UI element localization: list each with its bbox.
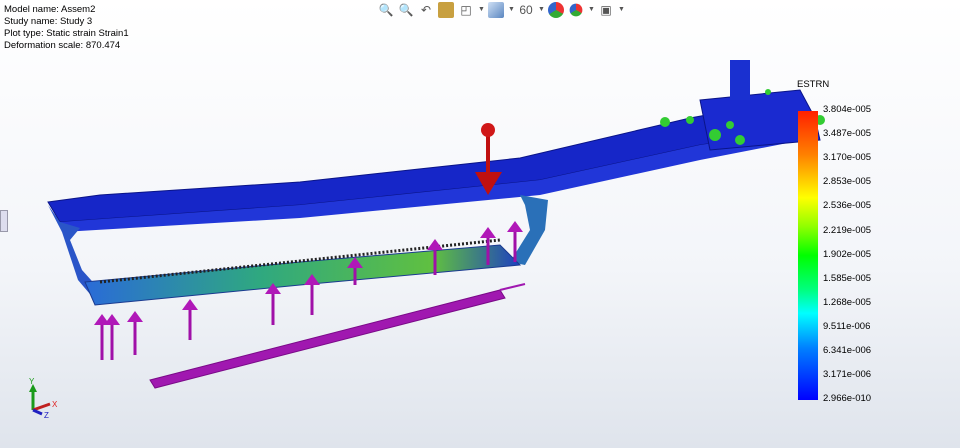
legend-title: ESTRN <box>797 79 830 90</box>
legend-label: 2.853e-005 <box>823 176 872 188</box>
distributed-load-arrows <box>149 289 506 389</box>
axis-triad: Y X Z <box>29 377 58 420</box>
triad-x-label: X <box>52 400 58 409</box>
legend-label: 2.219e-005 <box>823 224 872 236</box>
legend-label: 3.170e-005 <box>823 152 872 164</box>
blade <box>84 244 522 306</box>
legend-label: 1.902e-005 <box>823 248 872 260</box>
legend-label: 9.511e-006 <box>823 320 871 332</box>
legend-label: 1.585e-005 <box>823 272 872 284</box>
legend-label: 3.171e-006 <box>823 369 872 381</box>
legend-label: 6.341e-006 <box>823 345 872 356</box>
legend-label: 2.536e-005 <box>823 200 872 212</box>
legend-label: 1.268e-005 <box>823 296 872 308</box>
triad-z-label: Z <box>44 411 49 420</box>
legend-label: 3.804e-005 <box>823 104 872 115</box>
legend-color-bar <box>798 111 818 400</box>
legend-label: 3.487e-005 <box>823 128 872 140</box>
graphics-viewport[interactable]: Model name: Assem2 Study name: Study 3 P… <box>0 0 960 448</box>
triad-y-label: Y <box>29 377 35 386</box>
handle-knob <box>730 60 750 100</box>
legend-label: 2.966e-010 <box>823 393 872 405</box>
